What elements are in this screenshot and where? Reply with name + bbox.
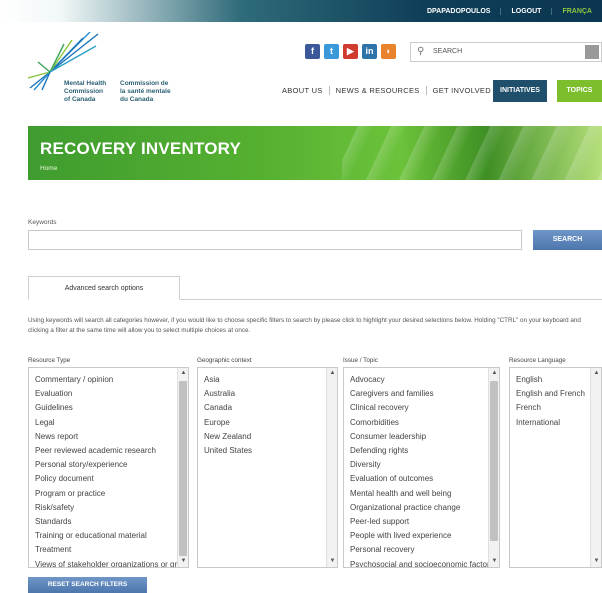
resource-type-option[interactable]: Treatment: [35, 543, 188, 557]
geographic-context-option[interactable]: Canada: [204, 401, 337, 415]
resource-type-option[interactable]: Policy document: [35, 472, 188, 486]
geographic-context-label: Geographic context: [197, 357, 252, 364]
logo-text-en: Mental Health Commission of Canada: [64, 80, 107, 103]
issue-topic-option[interactable]: Psychosocial and socioeconomic factors: [350, 558, 499, 567]
geographic-context-scrollbar[interactable]: ▲ ▼: [326, 368, 337, 567]
issue-topic-option[interactable]: Defending rights: [350, 444, 499, 458]
initiatives-button[interactable]: INITIATIVES: [493, 80, 547, 102]
issue-topic-option[interactable]: Comorbidities: [350, 416, 499, 430]
nav-item-get-involved[interactable]: GET INVOLVED: [425, 86, 497, 95]
resource-type-option[interactable]: Guidelines: [35, 401, 188, 415]
geographic-context-option[interactable]: New Zealand: [204, 430, 337, 444]
scroll-up-icon[interactable]: ▲: [327, 368, 337, 379]
issue-topic-option[interactable]: Personal recovery: [350, 543, 499, 557]
resource-type-option[interactable]: Standards: [35, 515, 188, 529]
resource-type-option[interactable]: Views of stakeholder organizations or gr…: [35, 558, 188, 567]
resource-type-option[interactable]: News report: [35, 430, 188, 444]
resource-type-option[interactable]: Risk/safety: [35, 501, 188, 515]
topics-button[interactable]: TOPICS: [557, 80, 602, 102]
resource-type-option[interactable]: Peer reviewed academic research: [35, 444, 188, 458]
site-logo[interactable]: Mental Health Commission of Canada Commiss…: [27, 31, 178, 112]
social-links: f t ▶ in ◗: [305, 44, 396, 59]
site-search-button[interactable]: [585, 45, 599, 59]
help-text: Using keywords will search all categorie…: [28, 317, 581, 334]
geographic-context-listbox[interactable]: Asia Australia Canada Europe New Zealand Unit…: [197, 367, 338, 568]
facebook-icon[interactable]: f: [305, 44, 320, 59]
site-search-placeholder: SEARCH: [433, 48, 463, 55]
top-bar: DPAPADOPOULOS LOGOUT FRANÇA: [0, 0, 602, 22]
banner-decoration: [342, 126, 602, 180]
twitter-icon[interactable]: t: [324, 44, 339, 59]
scroll-down-icon[interactable]: ▼: [489, 556, 499, 567]
keywords-label: Keywords: [28, 219, 57, 226]
issue-topic-scrollbar[interactable]: ▲ ▼: [488, 368, 499, 567]
resource-type-option[interactable]: Evaluation: [35, 387, 188, 401]
geographic-context-option[interactable]: Asia: [204, 373, 337, 387]
issue-topic-option[interactable]: Consumer leadership: [350, 430, 499, 444]
issue-topic-option[interactable]: Diversity: [350, 458, 499, 472]
issue-topic-option[interactable]: Peer-led support: [350, 515, 499, 529]
scroll-up-icon[interactable]: ▲: [489, 368, 499, 379]
issue-topic-option[interactable]: People with lived experience: [350, 529, 499, 543]
scroll-down-icon[interactable]: ▼: [327, 556, 337, 567]
scroll-thumb[interactable]: [179, 381, 187, 556]
top-links: DPAPADOPOULOS LOGOUT FRANÇA: [417, 0, 602, 22]
resource-type-option[interactable]: Training or educational material: [35, 529, 188, 543]
main-nav: ABOUT US NEWS & RESOURCES GET INVOLVED: [276, 86, 497, 95]
issue-topic-option[interactable]: Clinical recovery: [350, 401, 499, 415]
keywords-input[interactable]: [28, 230, 522, 250]
scroll-up-icon[interactable]: ▲: [591, 368, 601, 379]
resource-type-label: Resource Type: [28, 357, 71, 364]
language-link[interactable]: FRANÇA: [551, 7, 602, 15]
geographic-context-option[interactable]: Europe: [204, 416, 337, 430]
reset-filters-button[interactable]: RESET SEARCH FILTERS: [28, 577, 147, 593]
breadcrumb-home[interactable]: Home: [40, 165, 57, 172]
issue-topic-listbox[interactable]: Advocacy Caregivers and families Clinical …: [343, 367, 500, 568]
scroll-thumb[interactable]: [490, 381, 498, 541]
geographic-context-option[interactable]: United States: [204, 444, 337, 458]
page-title: RECOVERY INVENTORY: [40, 139, 242, 158]
issue-topic-option[interactable]: Mental health and well being: [350, 487, 499, 501]
user-link[interactable]: DPAPADOPOULOS: [417, 8, 501, 15]
youtube-icon[interactable]: ▶: [343, 44, 358, 59]
resource-language-scrollbar[interactable]: ▲ ▼: [590, 368, 601, 567]
issue-topic-option[interactable]: Evaluation of outcomes: [350, 472, 499, 486]
scroll-up-icon[interactable]: ▲: [178, 368, 188, 379]
resource-type-option[interactable]: Legal: [35, 416, 188, 430]
search-icon: ⚲: [417, 46, 425, 57]
resource-language-listbox[interactable]: English English and French French Internati…: [509, 367, 602, 568]
resource-type-option[interactable]: Commentary / opinion: [35, 373, 188, 387]
nav-item-about-us[interactable]: ABOUT US: [276, 86, 329, 95]
logo-text-fr: Commission de la santé mentale du Canada: [120, 80, 171, 103]
scroll-down-icon[interactable]: ▼: [591, 556, 601, 567]
tab-advanced-search[interactable]: Advanced search options: [28, 276, 180, 300]
scroll-down-icon[interactable]: ▼: [178, 556, 188, 567]
logout-link[interactable]: LOGOUT: [500, 7, 551, 15]
resource-type-option[interactable]: Personal story/experience: [35, 458, 188, 472]
resource-type-option[interactable]: Program or practice: [35, 487, 188, 501]
issue-topic-option[interactable]: Organizational practice change: [350, 501, 499, 515]
issue-topic-label: Issue / Topic: [343, 357, 378, 364]
resource-language-option[interactable]: French: [516, 401, 601, 415]
page-banner: RECOVERY INVENTORY Home: [28, 126, 602, 180]
geographic-context-option[interactable]: Australia: [204, 387, 337, 401]
issue-topic-option[interactable]: Advocacy: [350, 373, 499, 387]
rss-icon[interactable]: ◗: [381, 44, 396, 59]
resource-language-option[interactable]: International: [516, 416, 601, 430]
linkedin-icon[interactable]: in: [362, 44, 377, 59]
resource-type-scrollbar[interactable]: ▲ ▼: [177, 368, 188, 567]
resource-language-label: Resource Language: [509, 357, 566, 364]
resource-type-listbox[interactable]: Commentary / opinion Evaluation Guidelines…: [28, 367, 189, 568]
resource-language-option[interactable]: English and French: [516, 387, 601, 401]
keywords-search-button[interactable]: SEARCH: [533, 230, 602, 250]
site-search-input[interactable]: ⚲ SEARCH: [410, 42, 602, 62]
issue-topic-option[interactable]: Caregivers and families: [350, 387, 499, 401]
resource-language-option[interactable]: English: [516, 373, 601, 387]
nav-item-news-resources[interactable]: NEWS & RESOURCES: [328, 86, 426, 95]
